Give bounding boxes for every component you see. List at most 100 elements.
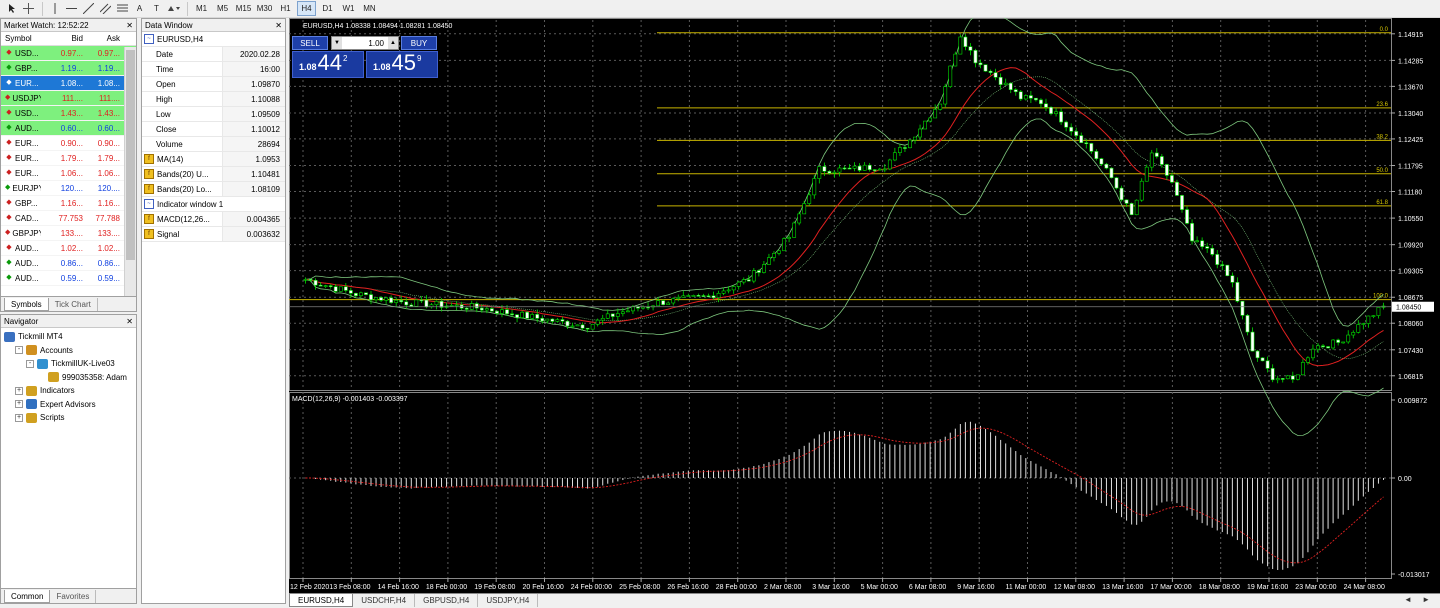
lot-size-input[interactable]: ▼ 1.00 ▲ <box>331 36 399 50</box>
market-watch-row[interactable]: ◆ EUR... 0.90... 0.90... <box>1 136 136 151</box>
vertical-line-tool-icon[interactable] <box>47 1 62 16</box>
close-icon[interactable]: ✕ <box>126 21 133 30</box>
indicator-function-icon: f <box>144 154 154 164</box>
fibonacci-tool-icon[interactable] <box>115 1 130 16</box>
tab-symbols[interactable]: Symbols <box>4 298 49 311</box>
candle-body <box>1376 307 1381 316</box>
main-plot-border <box>289 18 1392 391</box>
scrollbar-thumb[interactable] <box>126 50 135 260</box>
column-symbol[interactable]: Symbol <box>1 34 41 43</box>
tab-tick-chart[interactable]: Tick Chart <box>49 298 98 311</box>
lot-decrease-icon[interactable]: ▼ <box>332 37 342 49</box>
expand-toggle-icon[interactable]: - <box>26 359 34 368</box>
tab-common[interactable]: Common <box>4 590 51 603</box>
data-window-row: f Signal 0.003632 <box>142 227 285 242</box>
ask-cell: 111.... <box>98 93 120 103</box>
expand-toggle-icon[interactable]: + <box>15 400 23 409</box>
cursor-tool-icon[interactable] <box>4 1 19 16</box>
market-watch-scrollbar[interactable] <box>124 47 136 297</box>
candle-body <box>756 270 761 273</box>
candle-body <box>1210 248 1215 255</box>
text-tool-button[interactable]: A <box>132 1 147 16</box>
arrows-tool-icon[interactable] <box>166 1 181 16</box>
price-chart[interactable]: 1.14915 1.14285 1.13670 1.13040 1.12425 1.117… <box>289 18 1440 593</box>
chart-tab-usdchf-h4[interactable]: USDCHF,H4 <box>353 594 416 607</box>
price-up-icon: ◆ <box>6 259 12 266</box>
buy-button[interactable]: BUY <box>401 36 437 50</box>
data-key-cell: Time <box>142 65 222 74</box>
time-tick-label: 6 Mar 08:00 <box>909 584 946 591</box>
crosshair-tool-icon[interactable] <box>21 1 36 16</box>
candle-body <box>374 297 378 301</box>
ask-cell: 1.19... <box>97 63 120 73</box>
candle-body <box>1366 315 1371 324</box>
expand-toggle-icon[interactable]: + <box>15 413 23 422</box>
chart-tab-gbpusd-h4[interactable]: GBPUSD,H4 <box>415 594 479 607</box>
market-watch-row[interactable]: ◆ USDJPY 111.... 111.... <box>1 91 136 106</box>
trendline-tool-icon[interactable] <box>81 1 96 16</box>
expand-toggle-icon[interactable]: + <box>15 386 23 395</box>
data-key-cell: f MACD(12,26... <box>142 214 222 224</box>
market-watch-row[interactable]: ◆ AUD... 1.02... 1.02... <box>1 241 136 256</box>
data-window-row: High 1.10088 <box>142 92 285 107</box>
tab-favorites[interactable]: Favorites <box>50 590 97 603</box>
chart-tabs-scroll-arrows[interactable]: ◄ ► <box>1404 595 1434 604</box>
label-tool-button[interactable]: T <box>149 1 164 16</box>
sell-price[interactable]: 1.08 44 2 <box>292 51 364 78</box>
market-watch-row[interactable]: ◆ GBPJPY 133.... 133.... <box>1 226 136 241</box>
navigator-item[interactable]: - Accounts <box>4 344 133 358</box>
candle-body <box>550 318 555 322</box>
candle-body <box>1306 357 1310 363</box>
candle-body <box>580 324 585 329</box>
market-watch-row[interactable]: ◆ EUR... 1.08... 1.08... <box>1 76 136 91</box>
channel-tool-icon[interactable] <box>98 1 113 16</box>
navigator-item-label: Tickmill MT4 <box>18 332 63 342</box>
market-watch-row[interactable]: ◆ EUR... 1.79... 1.79... <box>1 151 136 166</box>
data-window-row: f Bands(20) U... 1.10481 <box>142 167 285 182</box>
close-icon[interactable]: ✕ <box>275 21 282 30</box>
timeframe-m5-button[interactable]: M5 <box>213 1 232 16</box>
navigator-item[interactable]: + Scripts <box>4 411 133 425</box>
lot-increase-icon[interactable]: ▲ <box>388 37 398 49</box>
timeframe-w1-button[interactable]: W1 <box>339 1 358 16</box>
candle-body <box>953 53 958 67</box>
symbol-cell: ◆ AUD... <box>1 259 41 268</box>
horizontal-line-tool-icon[interactable] <box>64 1 79 16</box>
market-watch-row[interactable]: ◆ AUD... 0.60... 0.60... <box>1 121 136 136</box>
navigator-item[interactable]: 999035358: Adam <box>4 371 133 385</box>
candle-body <box>741 279 746 283</box>
timeframe-d1-button[interactable]: D1 <box>318 1 337 16</box>
chart-tab-eurusd-h4[interactable]: EURUSD,H4 <box>289 594 354 607</box>
market-watch-row[interactable]: ◆ EUR... 1.06... 1.06... <box>1 166 136 181</box>
timeframe-h4-button[interactable]: H4 <box>297 1 316 16</box>
column-bid[interactable]: Bid <box>41 34 85 43</box>
candle-body <box>308 279 313 281</box>
timeframe-m30-button[interactable]: M30 <box>255 1 274 16</box>
navigator-item[interactable]: + Indicators <box>4 384 133 398</box>
close-icon[interactable]: ✕ <box>126 317 133 326</box>
navigator-item[interactable]: - TickmillUK-Live03 <box>4 357 133 371</box>
candle-body <box>409 304 414 307</box>
symbol-cell: ◆ GBP... <box>1 199 41 208</box>
market-watch-row[interactable]: ◆ GBP... 1.19... 1.19... <box>1 61 136 76</box>
navigator-item[interactable]: + Expert Advisors <box>4 398 133 412</box>
candle-body <box>1190 223 1194 242</box>
sell-button[interactable]: SELL <box>292 36 328 50</box>
column-ask[interactable]: Ask <box>85 34 123 43</box>
buy-price[interactable]: 1.08 45 9 <box>366 51 438 78</box>
market-watch-row[interactable]: ◆ CAD... 77.753 77.788 <box>1 211 136 226</box>
market-watch-row[interactable]: ◆ USD... 0.97... 0.97... <box>1 46 136 61</box>
market-watch-row[interactable]: ◆ AUD... 0.86... 0.86... <box>1 256 136 271</box>
timeframe-m15-button[interactable]: M15 <box>234 1 253 16</box>
market-watch-row[interactable]: ◆ USD... 1.43... 1.43... <box>1 106 136 121</box>
expand-toggle-icon[interactable]: - <box>15 346 23 355</box>
chart-tab-usdjpy-h4[interactable]: USDJPY,H4 <box>478 594 539 607</box>
timeframe-m1-button[interactable]: M1 <box>192 1 211 16</box>
chart-window[interactable]: 1.14915 1.14285 1.13670 1.13040 1.12425 1.117… <box>289 18 1440 593</box>
navigator-item[interactable]: Tickmill MT4 <box>4 330 133 344</box>
timeframe-mn-button[interactable]: MN <box>360 1 379 16</box>
market-watch-row[interactable]: ◆ AUD... 0.59... 0.59... <box>1 271 136 286</box>
market-watch-row[interactable]: ◆ GBP... 1.16... 1.16... <box>1 196 136 211</box>
market-watch-row[interactable]: ◆ EURJPY 120.... 120.... <box>1 181 136 196</box>
timeframe-h1-button[interactable]: H1 <box>276 1 295 16</box>
